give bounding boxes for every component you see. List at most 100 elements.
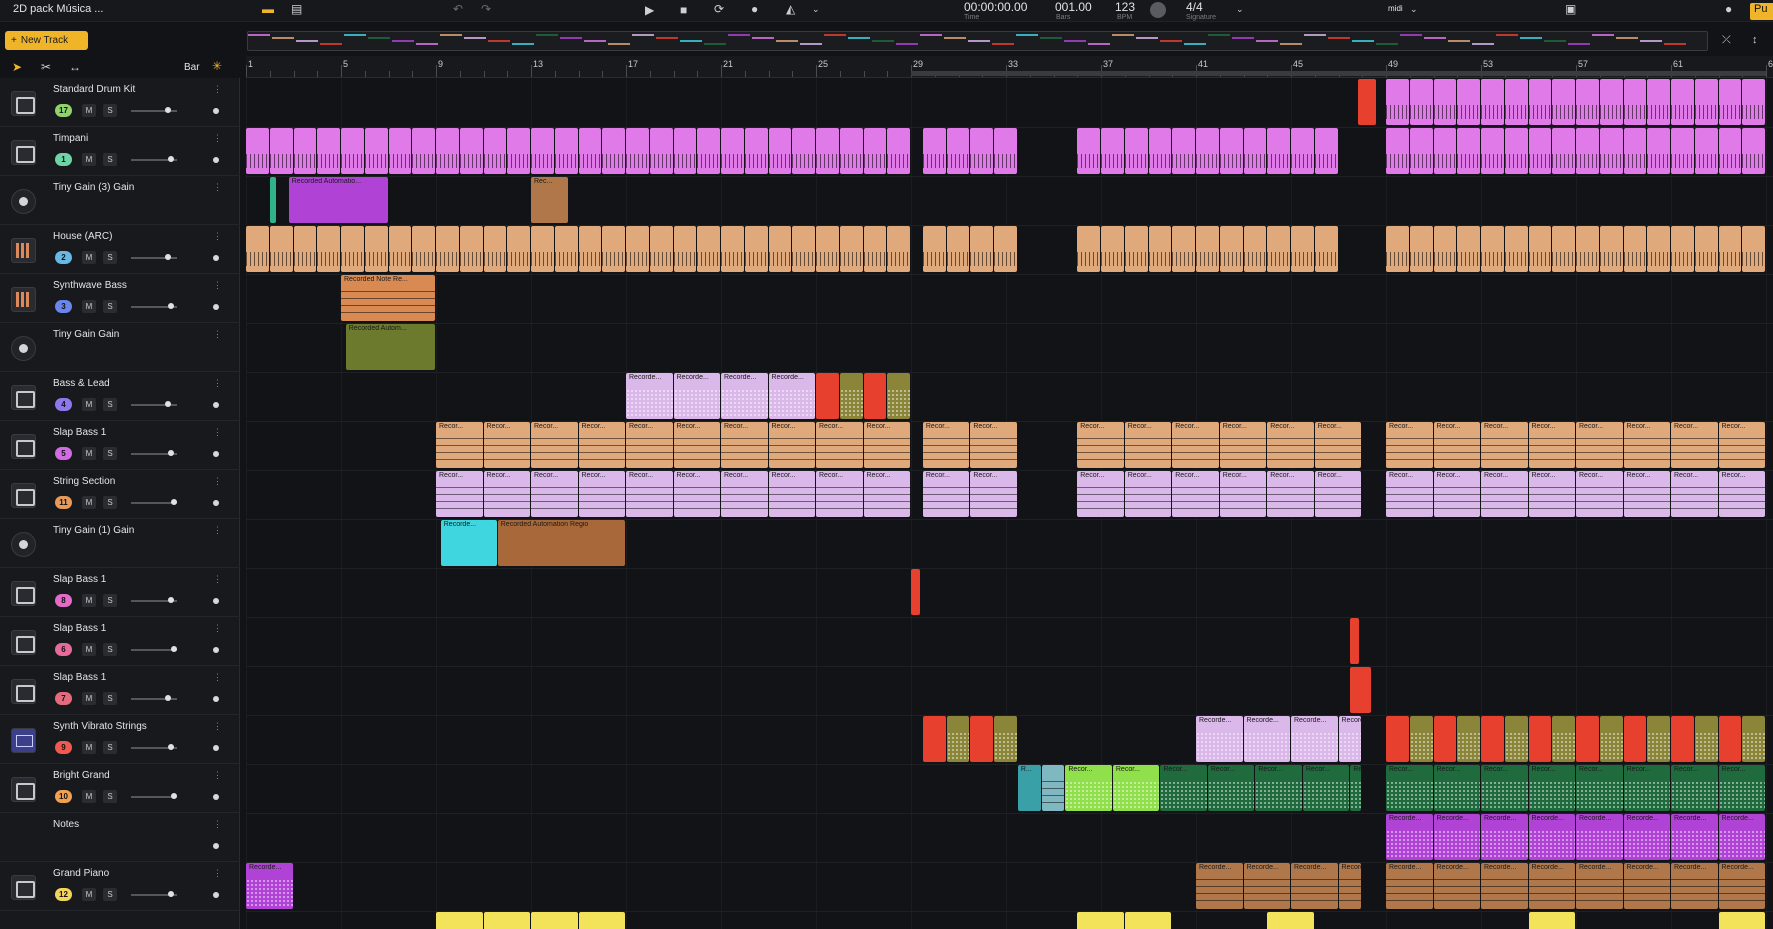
track-name[interactable]: Tiny Gain Gain bbox=[53, 329, 119, 340]
track-header[interactable]: Tiny Gain Gain ⋮ bbox=[0, 323, 240, 372]
clip[interactable] bbox=[293, 128, 317, 174]
more-icon[interactable]: ⋮ bbox=[213, 133, 222, 144]
clip[interactable] bbox=[1386, 716, 1409, 762]
clip[interactable] bbox=[816, 226, 839, 272]
clip[interactable] bbox=[412, 226, 435, 272]
clip[interactable] bbox=[1219, 128, 1243, 174]
clip[interactable] bbox=[483, 912, 530, 929]
clip[interactable] bbox=[1457, 716, 1480, 762]
clip[interactable] bbox=[1504, 226, 1528, 272]
tempo-knob-icon[interactable] bbox=[1150, 2, 1166, 18]
volume-slider[interactable] bbox=[131, 646, 177, 652]
track-header[interactable]: String Section ⋮ 11 M S bbox=[0, 470, 240, 519]
bpm-display[interactable]: 123 bbox=[1115, 0, 1135, 14]
more-icon[interactable]: ⋮ bbox=[213, 378, 222, 389]
clip[interactable] bbox=[1433, 79, 1457, 125]
clip[interactable]: Recor... bbox=[1433, 422, 1480, 468]
clip[interactable] bbox=[1694, 79, 1718, 125]
clip[interactable] bbox=[1576, 226, 1599, 272]
mute-button[interactable]: M bbox=[82, 790, 96, 803]
clip[interactable]: Recorde... bbox=[1481, 814, 1528, 860]
volume-thumb[interactable] bbox=[171, 646, 177, 652]
clip[interactable]: R... bbox=[1017, 765, 1041, 811]
clip[interactable] bbox=[1124, 226, 1148, 272]
clip[interactable]: Recorde... bbox=[1528, 863, 1575, 909]
clip[interactable] bbox=[816, 373, 839, 419]
mute-button[interactable]: M bbox=[82, 741, 96, 754]
track-name[interactable]: Grand Piano bbox=[53, 868, 109, 879]
collapse-icon[interactable]: ⤫ bbox=[1722, 33, 1731, 47]
cut-tool-icon[interactable]: ✂ bbox=[41, 60, 51, 74]
clip[interactable]: Recorded Autom... bbox=[345, 324, 435, 370]
clip[interactable] bbox=[1409, 226, 1433, 272]
clip[interactable]: Recor... bbox=[1386, 422, 1433, 468]
clip[interactable]: Recor... bbox=[816, 471, 863, 517]
clip[interactable] bbox=[1124, 128, 1148, 174]
clip[interactable]: Recor... bbox=[1160, 765, 1207, 811]
clip[interactable]: Recor... bbox=[673, 471, 720, 517]
clip[interactable]: Recor... bbox=[1481, 471, 1528, 517]
clip[interactable]: Recor... bbox=[922, 471, 970, 517]
solo-button[interactable]: S bbox=[103, 300, 117, 313]
clip[interactable] bbox=[994, 128, 1017, 174]
clip[interactable] bbox=[269, 177, 276, 223]
clip[interactable]: Recor... bbox=[1219, 422, 1267, 468]
clip[interactable] bbox=[1623, 716, 1647, 762]
solo-button[interactable]: S bbox=[103, 790, 117, 803]
clip[interactable]: Recor... bbox=[1172, 471, 1219, 517]
solo-button[interactable]: S bbox=[103, 741, 117, 754]
pointer-tool-icon[interactable]: ➤ bbox=[12, 60, 22, 74]
clip[interactable] bbox=[1718, 128, 1742, 174]
clip[interactable]: Recorde... bbox=[1243, 716, 1290, 762]
volume-slider[interactable] bbox=[131, 156, 177, 162]
clip[interactable] bbox=[946, 128, 970, 174]
clip[interactable]: Recor... bbox=[436, 422, 483, 468]
clip[interactable]: Recorde... bbox=[440, 520, 497, 566]
clip[interactable] bbox=[673, 226, 697, 272]
solo-button[interactable]: S bbox=[103, 594, 117, 607]
track-header[interactable]: Standard Drum Kit ⋮ 17 M S bbox=[0, 78, 240, 127]
clip[interactable] bbox=[1718, 716, 1742, 762]
record-icon[interactable]: ● bbox=[751, 2, 758, 16]
mute-button[interactable]: M bbox=[82, 153, 96, 166]
clip[interactable] bbox=[1504, 79, 1528, 125]
clip[interactable] bbox=[1576, 716, 1599, 762]
chevron-down-icon[interactable]: ⌄ bbox=[1410, 2, 1418, 16]
clip[interactable]: Recor... bbox=[1576, 422, 1623, 468]
mute-button[interactable]: M bbox=[82, 104, 96, 117]
track-header[interactable]: Synthwave Bass ⋮ 3 M S bbox=[0, 274, 240, 323]
redo-icon[interactable]: ↷ bbox=[481, 2, 491, 16]
metronome-icon[interactable]: ◭ bbox=[786, 2, 795, 16]
track-name[interactable]: Tiny Gain (1) Gain bbox=[53, 525, 134, 536]
solo-button[interactable]: S bbox=[103, 398, 117, 411]
solo-button[interactable]: S bbox=[103, 692, 117, 705]
clip[interactable]: Recorded Note Re... bbox=[341, 275, 435, 321]
volume-thumb[interactable] bbox=[165, 695, 171, 701]
track-header[interactable]: Slap Bass 1 ⋮ 7 M S bbox=[0, 666, 240, 715]
more-icon[interactable]: ⋮ bbox=[213, 623, 222, 634]
clip[interactable] bbox=[1243, 226, 1267, 272]
clip[interactable]: Recor... bbox=[626, 422, 673, 468]
clip[interactable] bbox=[1504, 128, 1528, 174]
clip[interactable]: Recorde... bbox=[1291, 716, 1338, 762]
clip[interactable] bbox=[1148, 226, 1172, 272]
clip[interactable] bbox=[816, 128, 839, 174]
clip[interactable] bbox=[507, 128, 530, 174]
volume-thumb[interactable] bbox=[168, 891, 174, 897]
mute-button[interactable]: M bbox=[82, 447, 96, 460]
clip[interactable] bbox=[1457, 128, 1480, 174]
volume-thumb[interactable] bbox=[171, 793, 177, 799]
clip[interactable] bbox=[436, 128, 459, 174]
clip[interactable] bbox=[1718, 79, 1742, 125]
stop-icon[interactable]: ■ bbox=[680, 3, 687, 17]
clip[interactable] bbox=[970, 716, 994, 762]
clip[interactable]: Recor... bbox=[1077, 422, 1124, 468]
clip[interactable] bbox=[1552, 226, 1575, 272]
clip[interactable]: Recorde... bbox=[1433, 814, 1480, 860]
clip[interactable] bbox=[1742, 226, 1765, 272]
clip[interactable] bbox=[1481, 79, 1504, 125]
clip[interactable] bbox=[1101, 226, 1124, 272]
clip[interactable]: Recor... bbox=[1350, 765, 1362, 811]
record-arm-button[interactable] bbox=[213, 255, 219, 261]
clip[interactable] bbox=[531, 226, 554, 272]
